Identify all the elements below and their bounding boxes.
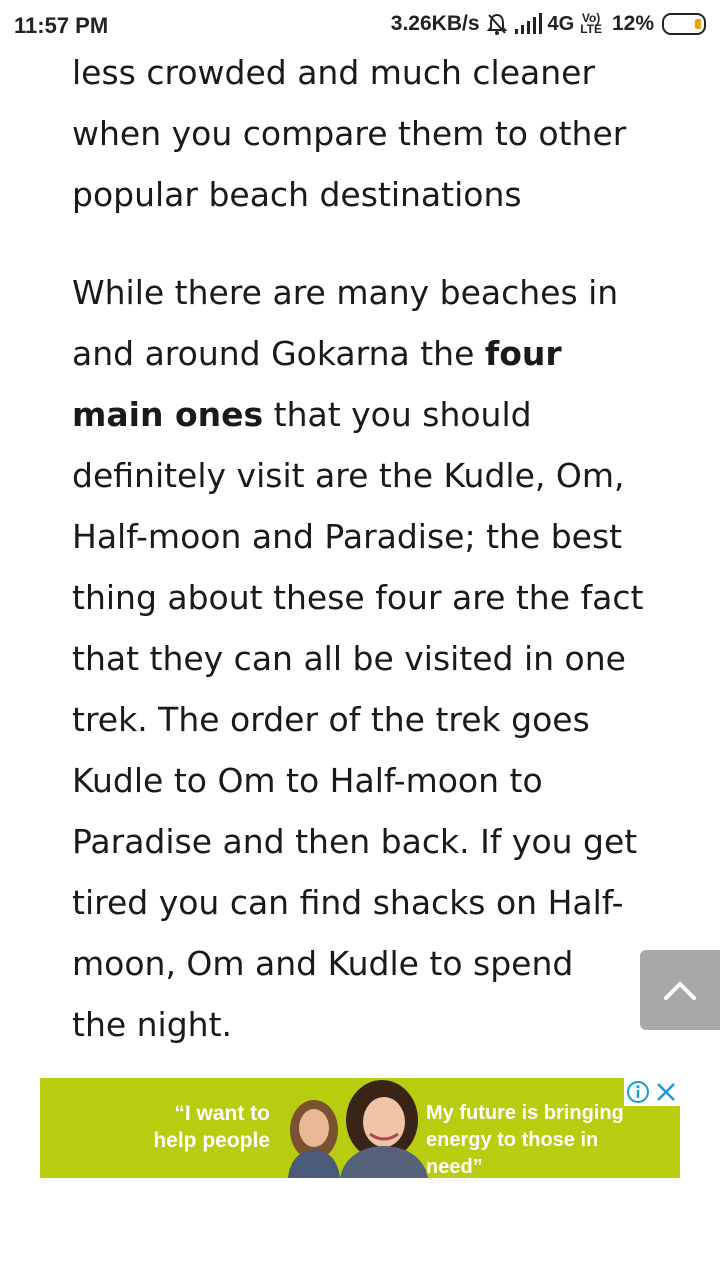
text-line: Half-moon and Paradise; the best [72,517,623,556]
battery-percent: 12% [611,12,654,35]
paragraph-2: While there are many beaches in and arou… [72,262,672,1055]
text-line: moon, Om and Kudle to spend [72,944,574,983]
article-body: less crowded and much cleaner when you c… [72,42,672,1055]
status-time: 11:57 PM [14,13,109,38]
text-line: that they can all be visited in one [72,639,626,678]
bell-off-icon [486,12,508,36]
network-type: 4G [547,12,575,35]
volte-bottom: LTE [580,22,602,36]
paragraph-1: less crowded and much cleaner when you c… [72,42,672,225]
bold-text: main ones [72,395,264,434]
text-line: Kudle to Om to Half-moon to [72,761,543,800]
status-indicators: 3.26KB/s 4G Vo) LTE 12% [391,12,706,36]
text-line: and around Gokarna the [72,334,485,373]
network-speed: 3.26KB/s [390,12,480,35]
bold-text: four [484,334,562,373]
signal-icon [514,13,542,35]
text-line: trek. The order of the trek goes [72,700,590,739]
text-line: popular beach destinations [72,175,522,214]
text-line: when you compare them to other [72,114,627,153]
scroll-to-top-button[interactable] [640,950,720,1030]
close-icon[interactable] [652,1078,680,1106]
battery-icon [662,13,706,35]
text-line: that you should [263,395,532,434]
chevron-up-icon [664,982,696,1000]
volte-indicator: Vo) LTE [580,12,602,36]
text-line: thing about these four are the fact [72,578,644,617]
ad-left-quote: “I want to help people [153,1102,270,1152]
text-line: less crowded and much cleaner [72,53,596,92]
text-line: Paradise and then back. If you get [72,822,638,861]
info-icon[interactable] [624,1078,652,1106]
ad-banner[interactable]: “I want to help people My future is brin… [40,1078,680,1178]
text-line: definitely visit are the Kudle, Om, [72,456,625,495]
text-line: While there are many beaches in [72,273,619,312]
ad-photo [288,1080,428,1178]
ad-right-quote: My future is bringing energy to those in… [426,1102,624,1178]
text-line: tired you can find shacks on Half- [72,883,624,922]
text-line: the night. [72,1005,233,1044]
ad-controls [624,1078,680,1106]
